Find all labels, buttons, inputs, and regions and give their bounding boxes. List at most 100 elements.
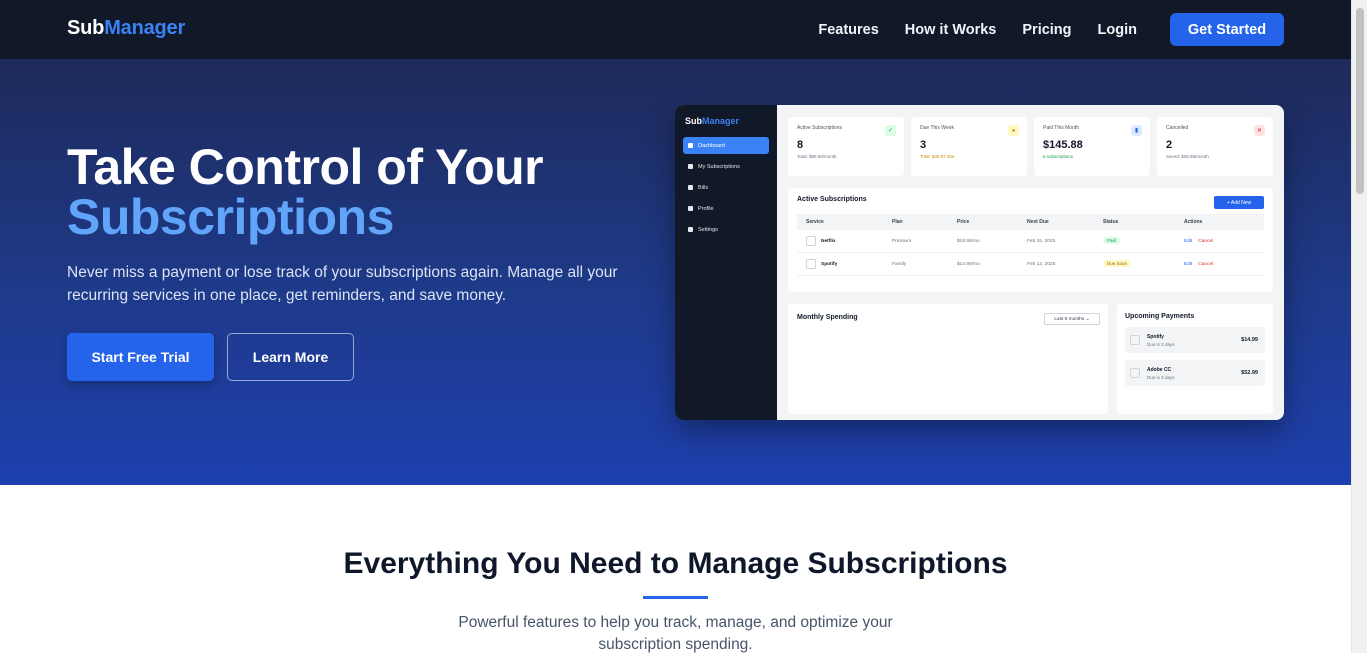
chevron-down-icon: ⌄	[1085, 316, 1090, 322]
site-logo[interactable]: SubManager	[67, 17, 185, 40]
plan-cell: Premium	[892, 238, 912, 244]
period-select[interactable]: Last 6 months ⌄	[1044, 313, 1100, 325]
table-row: Netflix Premium $19.99/mo Feb 15, 2025 P…	[797, 230, 1264, 253]
top-navbar: SubManager Features How it Works Pricing…	[0, 0, 1351, 59]
preview-sidebar-item-profile[interactable]: Profile	[683, 200, 769, 217]
service-logo-icon	[1130, 368, 1140, 378]
stat-card-cancelled: Cancelled 2 Saved: $25.98/month ✕	[1157, 117, 1273, 176]
preview-sidebar: SubManager Dashboard My Subscriptions Bi…	[675, 105, 777, 420]
edit-link[interactable]: Edit	[1184, 239, 1192, 244]
next-due-cell: Feb 12, 2025	[1027, 261, 1056, 267]
column-header: Price	[957, 219, 970, 225]
plan-cell: Family	[892, 261, 907, 267]
start-free-trial-button[interactable]: Start Free Trial	[67, 333, 214, 381]
hero-title-highlight: Subscriptions	[67, 189, 394, 245]
hero-subtitle: Never miss a payment or lose track of yo…	[67, 264, 618, 304]
receipt-icon: ▮	[1131, 125, 1142, 136]
status-cell: Due Soon	[1103, 260, 1184, 267]
logo-part-sub: Sub	[67, 17, 105, 39]
stat-card-active: Active Subscriptions 8 Total: $89.90/mon…	[788, 117, 904, 176]
add-new-button[interactable]: + Add New	[1214, 196, 1264, 209]
check-icon: ✓	[885, 125, 896, 136]
get-started-button[interactable]: Get Started	[1170, 13, 1284, 46]
sidebar-label: Bills	[698, 184, 709, 191]
payment-name: Adobe CC	[1147, 366, 1172, 373]
payment-due: Due in 2 days	[1147, 341, 1175, 347]
preview-bottom-row: Monthly Spending Last 6 months ⌄ Upcomin…	[788, 304, 1273, 414]
monthly-spending-card: Monthly Spending Last 6 months ⌄	[788, 304, 1108, 414]
price-cell: $14.99/mo	[957, 261, 980, 267]
payment-amount: $52.99	[1241, 370, 1258, 376]
stat-label: Due This Week	[920, 125, 954, 131]
stat-card-paid: Paid This Month $145.88 6 subscriptions …	[1034, 117, 1150, 176]
hero-section: Take Control of Your Subscriptions Never…	[0, 59, 1351, 485]
sidebar-label: Profile	[698, 205, 714, 212]
cancel-link[interactable]: Cancel	[1198, 262, 1213, 267]
title-underline	[643, 596, 708, 599]
upcoming-payments-card: Upcoming Payments Spotify Due in 2 days …	[1117, 304, 1273, 414]
stat-note: Saved: $25.98/month	[1166, 154, 1209, 159]
stat-label: Active Subscriptions	[797, 125, 843, 131]
next-due-cell: Feb 15, 2025	[1027, 238, 1056, 244]
hero-title: Take Control of Your Subscriptions	[67, 142, 544, 245]
preview-sidebar-item-settings[interactable]: Settings	[683, 221, 769, 238]
table-row: Spotify Family $14.99/mo Feb 12, 2025 Du…	[797, 253, 1264, 276]
upcoming-payment-item[interactable]: Spotify Due in 2 days $14.99	[1125, 327, 1265, 353]
upcoming-payment-item[interactable]: Adobe CC Due in 5 days $52.99	[1125, 360, 1265, 386]
status-badge: Due Soon	[1103, 260, 1132, 267]
column-header: Actions	[1184, 219, 1203, 225]
table-header: Service Plan Price Next Due Status Actio…	[797, 214, 1264, 230]
preview-logo: SubManager	[685, 116, 769, 126]
preview-main: Active Subscriptions 8 Total: $89.90/mon…	[777, 105, 1284, 420]
stat-note: 6 subscriptions	[1043, 154, 1074, 159]
service-logo-icon	[806, 236, 816, 246]
card-title: Active Subscriptions	[797, 196, 867, 203]
preview-sidebar-item-my-subscriptions[interactable]: My Subscriptions	[683, 158, 769, 175]
clock-icon: ●	[1008, 125, 1019, 136]
stat-value: 3	[920, 139, 927, 151]
column-header: Service	[806, 219, 824, 225]
sidebar-label: Dashboard	[698, 142, 725, 149]
payment-name: Spotify	[1147, 333, 1164, 340]
service-name: Netflix	[821, 238, 836, 244]
column-header: Status	[1103, 219, 1119, 225]
page-scrollbar[interactable]	[1351, 0, 1367, 653]
stat-label: Cancelled	[1166, 125, 1189, 131]
nav-link-how-it-works[interactable]: How it Works	[905, 22, 997, 38]
column-header: Plan	[892, 219, 903, 225]
gear-icon	[688, 227, 693, 232]
status-cell: Paid	[1103, 237, 1184, 244]
stat-label: Paid This Month	[1043, 125, 1080, 131]
nav-link-login[interactable]: Login	[1098, 22, 1137, 38]
sidebar-label: My Subscriptions	[698, 163, 740, 170]
sidebar-label: Settings	[698, 226, 718, 233]
preview-logo-sub: Sub	[685, 116, 702, 126]
preview-sidebar-item-bills[interactable]: Bills	[683, 179, 769, 196]
scrollbar-thumb[interactable]	[1356, 8, 1364, 194]
preview-sidebar-item-dashboard[interactable]: Dashboard	[683, 137, 769, 154]
close-icon: ✕	[1254, 125, 1265, 136]
logo-part-manager: Manager	[104, 17, 186, 39]
period-select-value: Last 6 months	[1054, 316, 1085, 322]
active-subscriptions-card: Active Subscriptions + Add New Service P…	[788, 188, 1273, 292]
card-title: Upcoming Payments	[1125, 313, 1195, 320]
service-name: Spotify	[821, 261, 838, 267]
stat-value: 8	[797, 139, 804, 151]
actions-cell: Edit Cancel	[1184, 262, 1264, 267]
edit-link[interactable]: Edit	[1184, 262, 1192, 267]
file-icon	[688, 185, 693, 190]
dashboard-preview: SubManager Dashboard My Subscriptions Bi…	[675, 105, 1284, 420]
payment-amount: $14.99	[1241, 337, 1258, 343]
actions-cell: Edit Cancel	[1184, 239, 1264, 244]
nav-link-pricing[interactable]: Pricing	[1022, 22, 1071, 38]
nav-link-features[interactable]: Features	[818, 22, 878, 38]
features-title: Everything You Need to Manage Subscripti…	[343, 547, 1008, 580]
cancel-link[interactable]: Cancel	[1198, 239, 1213, 244]
payment-due: Due in 5 days	[1147, 374, 1175, 380]
stat-value: 2	[1166, 139, 1173, 151]
learn-more-button[interactable]: Learn More	[227, 333, 354, 381]
features-subtitle: Powerful features to help you track, man…	[458, 614, 893, 653]
service-cell: Spotify	[806, 259, 892, 269]
stat-note: Total: $35.97 due	[920, 154, 955, 159]
column-header: Next Due	[1027, 219, 1049, 225]
